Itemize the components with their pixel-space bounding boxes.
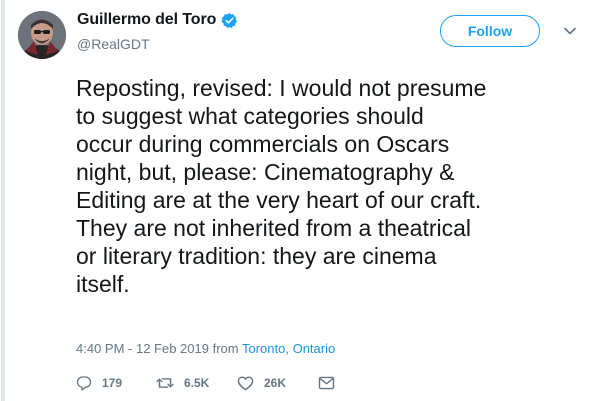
tweet-metadata: 4:40 PM - 12 Feb 2019 from Toronto, Onta… [76, 341, 335, 356]
chevron-down-icon[interactable] [564, 27, 576, 35]
tweet-location-link[interactable]: Toronto, Ontario [242, 341, 335, 356]
tweet-actions: 179 6.5K 26K [76, 375, 335, 391]
thread-rule [1, 0, 5, 401]
avatar[interactable] [18, 11, 66, 59]
retweet-icon [156, 378, 174, 388]
tweet-text: Reposting, revised: I would not presume … [76, 74, 586, 298]
retweet-count: 6.5K [184, 376, 210, 390]
avatar-photo-icon [18, 11, 66, 59]
reply-icon [76, 376, 92, 391]
tweet-text-line: itself. [76, 271, 130, 297]
tweet-text-line: night, but, please: Cinematography & [76, 159, 455, 185]
like-count: 26K [264, 376, 287, 390]
author-name-row[interactable]: Guillermo del Toro [77, 11, 238, 29]
reply-button[interactable]: 179 [76, 375, 156, 391]
retweet-button[interactable]: 6.5K [156, 375, 237, 391]
direct-message-button[interactable] [318, 376, 335, 390]
follow-button[interactable]: Follow [440, 15, 540, 47]
reply-count: 179 [102, 376, 123, 390]
tweet-text-line: Editing are at the very heart of our cra… [76, 187, 482, 213]
author-display-name[interactable]: Guillermo del Toro [77, 11, 216, 29]
tweet-text-line: or literary tradition: they are cinema [76, 243, 437, 269]
tweet-text-line: occur during commercials on Oscars [76, 131, 450, 157]
from-label: from [212, 341, 239, 356]
author-handle[interactable]: @RealGDT [77, 36, 150, 52]
like-button[interactable]: 26K [237, 375, 318, 391]
heart-icon [237, 376, 254, 391]
tweet-text-line: Reposting, revised: I would not presume [76, 75, 487, 101]
tweet-timestamp[interactable]: 4:40 PM - 12 Feb 2019 [76, 341, 209, 356]
tweet-text-line: They are not inherited from a theatrical [76, 215, 472, 241]
tweet-text-line: to suggest what categories should [76, 103, 424, 129]
verified-badge-icon [221, 12, 238, 28]
envelope-icon [318, 376, 335, 390]
